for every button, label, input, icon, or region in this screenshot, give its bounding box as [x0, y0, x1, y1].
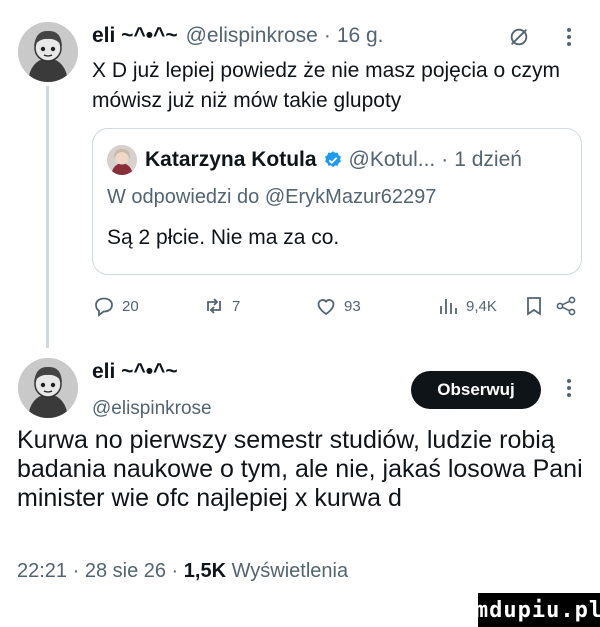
- bookmark-icon: [527, 297, 541, 316]
- repost-count: 7: [232, 297, 241, 315]
- quoted-time: 1 dzień: [454, 148, 522, 171]
- action-bar: 20 7 93 9,4K: [92, 294, 582, 322]
- more-icon[interactable]: [564, 376, 574, 400]
- repost-icon: [207, 298, 221, 314]
- reply-context: W odpowiedzi do @ErykMazur62297: [107, 186, 437, 208]
- thread-line: [46, 86, 49, 348]
- timestamp[interactable]: 22:21 · 28 sie 26 ·: [17, 560, 178, 582]
- tweet-text: X D już lepiej powiedz że nie masz pojęc…: [92, 59, 561, 112]
- avatar[interactable]: [18, 358, 78, 418]
- verified-badge-icon: [324, 151, 341, 168]
- tweet-text: Kurwa no pierwszy semestr studiów, ludzi…: [17, 426, 583, 512]
- timestamp[interactable]: 16 g.: [337, 24, 384, 48]
- like-button[interactable]: 93: [314, 294, 361, 318]
- quoted-tweet[interactable]: Katarzyna Kotula @Kotul... · 1 dzień W o…: [92, 128, 582, 275]
- handle[interactable]: @elispinkrose: [92, 398, 212, 420]
- separator: ·: [441, 148, 449, 171]
- avatar[interactable]: [18, 22, 78, 82]
- separator: ·: [323, 24, 331, 47]
- bookmark-button[interactable]: [522, 294, 552, 318]
- quoted-header: Katarzyna Kotula @Kotul... · 1 dzień: [107, 145, 522, 175]
- more-icon[interactable]: [564, 25, 574, 49]
- watermark-logo: mdupiu.pl: [475, 593, 600, 627]
- quoted-text: Są 2 płcie. Nie ma za co.: [107, 226, 340, 249]
- display-name[interactable]: eli ~^•^~: [92, 360, 178, 384]
- quoted-display-name: Katarzyna Kotula: [145, 148, 317, 171]
- tweet-meta: 22:21 · 28 sie 26 · 1,5K Wyświetlenia: [17, 560, 348, 583]
- views-button[interactable]: 9,4K: [436, 294, 497, 318]
- share-icon: [556, 296, 576, 316]
- handle[interactable]: @elispinkrose: [186, 24, 318, 48]
- reply-count: 20: [122, 297, 139, 315]
- views-count: 9,4K: [466, 297, 497, 315]
- like-icon: [317, 299, 335, 316]
- reply-button[interactable]: 20: [92, 294, 139, 318]
- follow-button[interactable]: Obserwuj: [411, 371, 541, 409]
- quoted-avatar: [107, 145, 137, 175]
- display-name[interactable]: eli ~^•^~: [92, 24, 178, 48]
- like-count: 93: [344, 297, 361, 315]
- grok-icon[interactable]: [508, 26, 530, 48]
- share-button[interactable]: [554, 294, 584, 318]
- views-icon: [440, 299, 457, 314]
- reply-icon: [95, 297, 113, 317]
- tweet-header: eli ~^•^~ @elispinkrose · 16 g.: [92, 24, 384, 48]
- quoted-handle: @Kotul...: [348, 148, 436, 171]
- repost-button[interactable]: 7: [202, 294, 240, 318]
- views-label: Wyświetlenia: [231, 560, 349, 582]
- views-count: 1,5K: [183, 560, 227, 582]
